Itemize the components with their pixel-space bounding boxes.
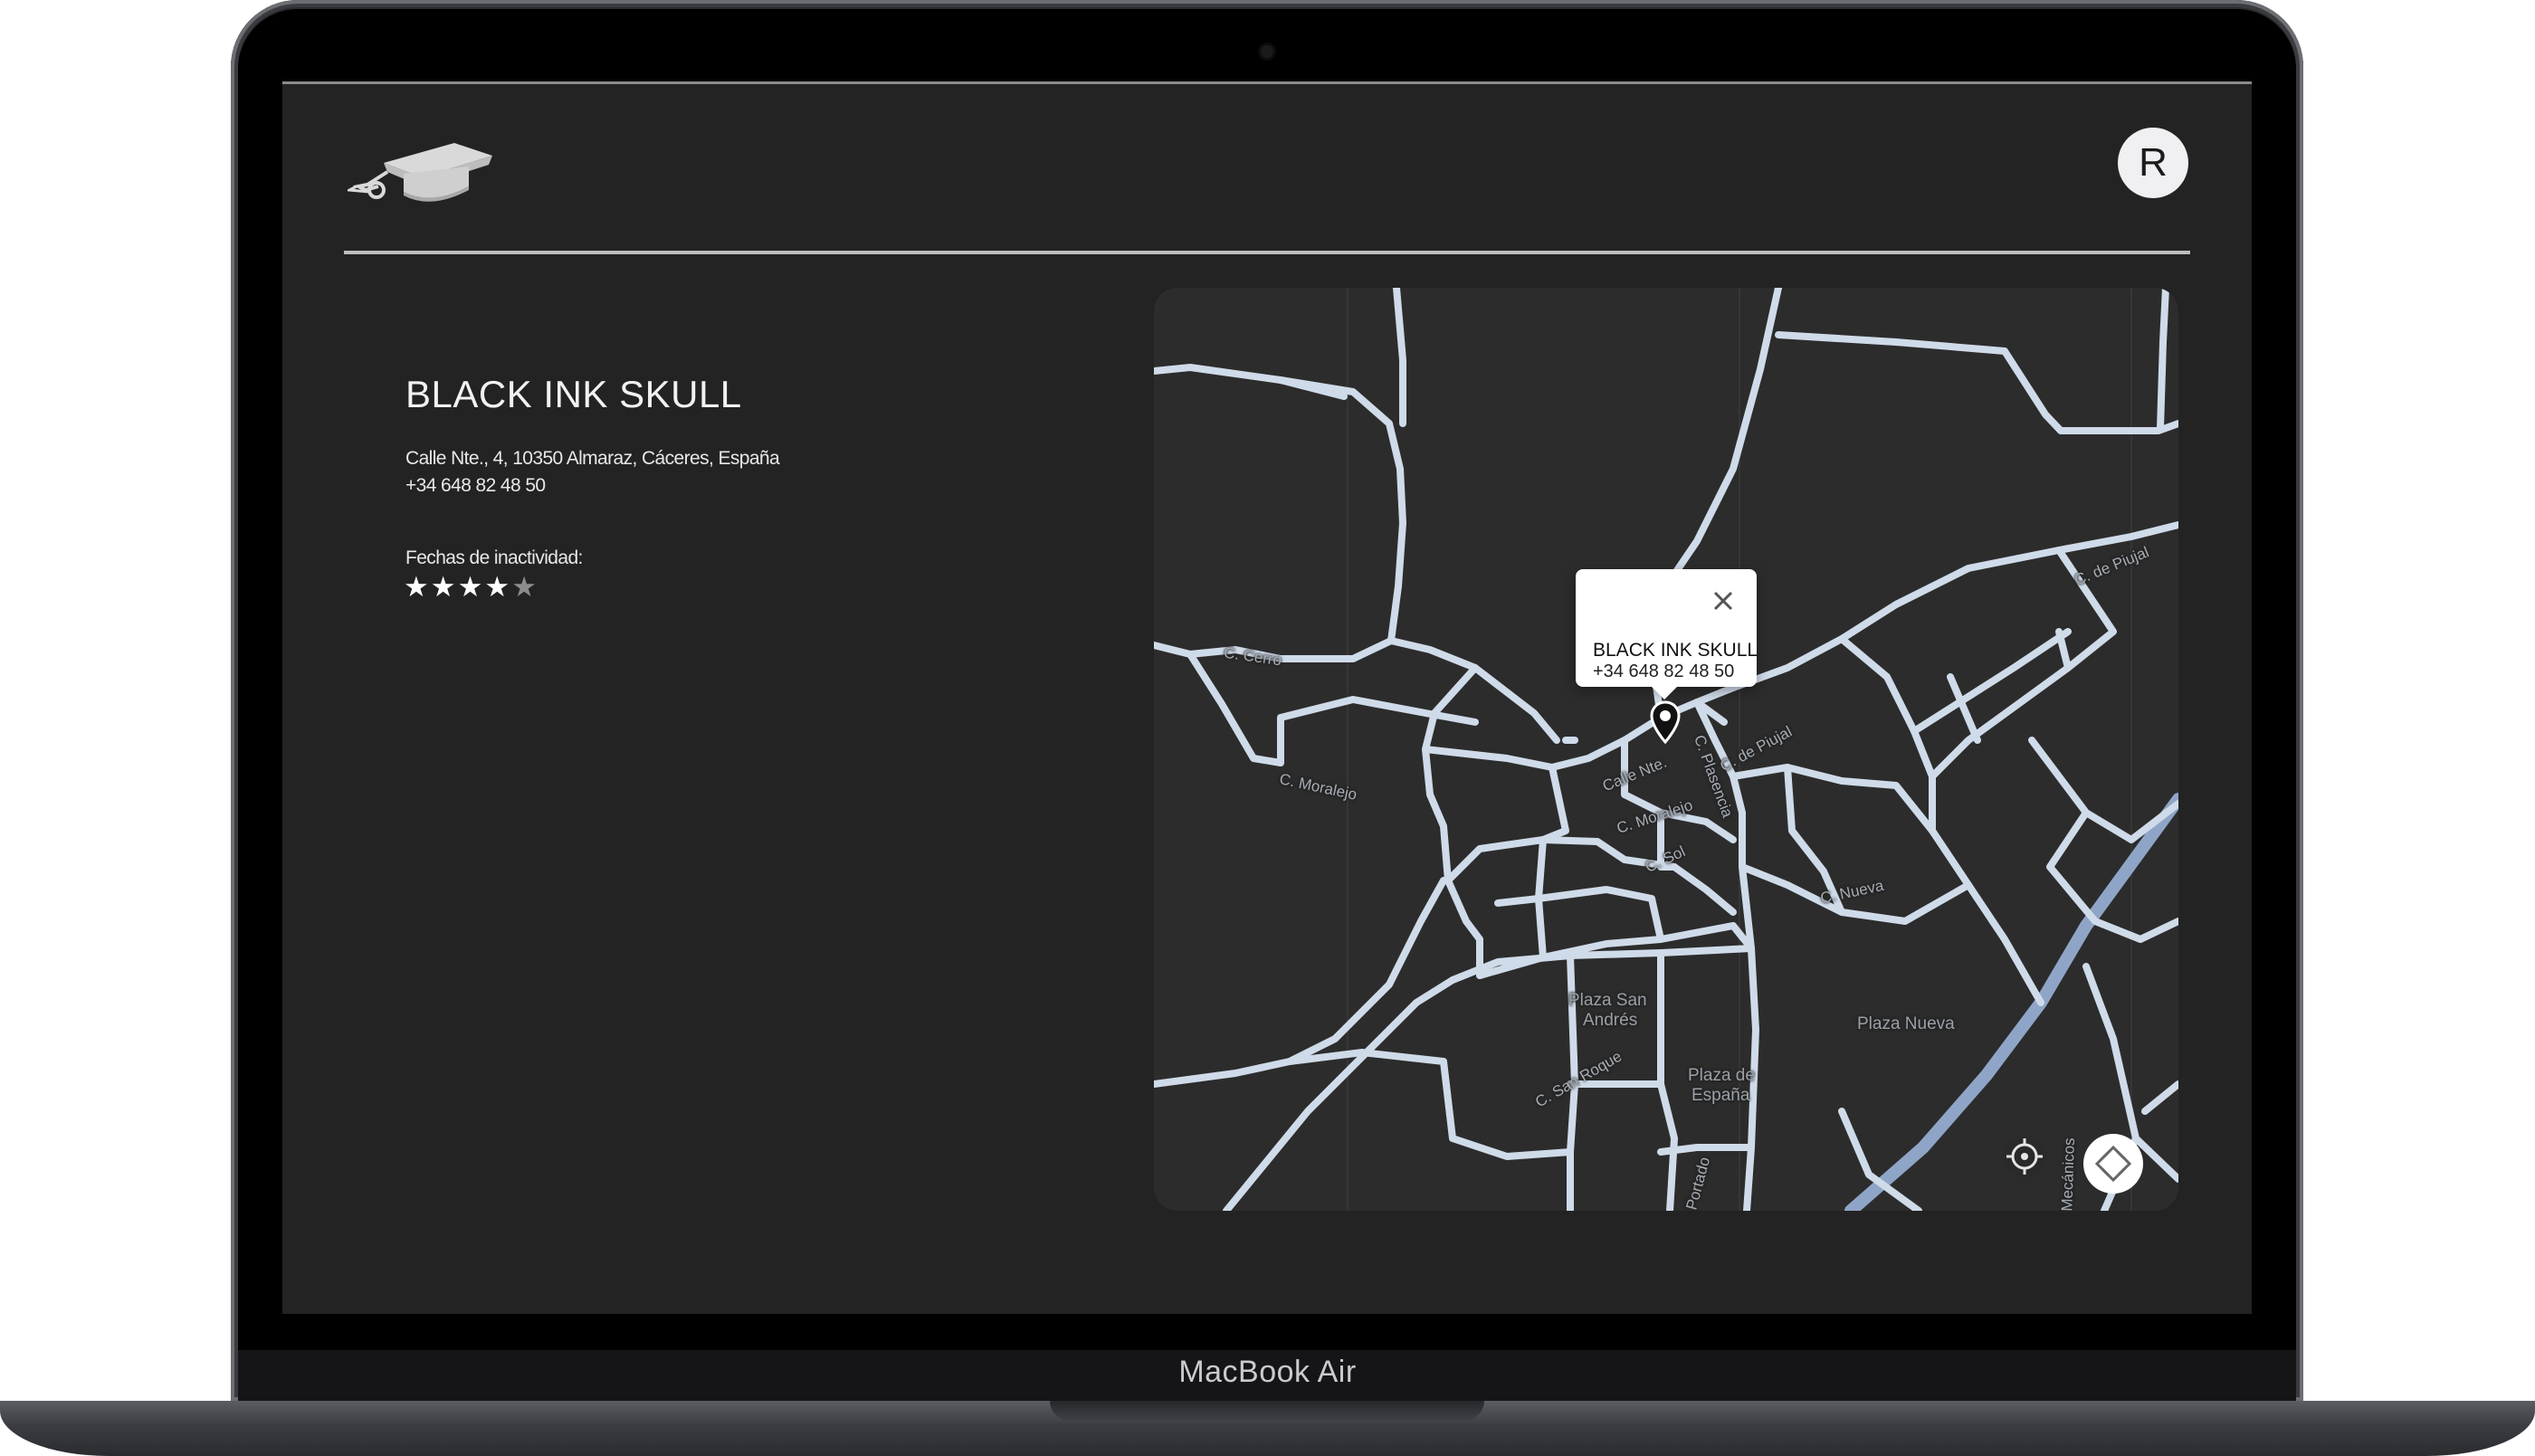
star-rating: ★ ★ ★ ★ ★: [404, 573, 537, 601]
device-model-label: MacBook Air: [1178, 1355, 1357, 1389]
camera-icon: [1261, 45, 1273, 58]
map-info-popup: BLACK INK SKULL +34 648 82 48 50: [1576, 569, 1758, 699]
map-view[interactable]: C. Cerro C. Moralejo Calle Nte. C. Moral…: [1154, 288, 2178, 1211]
star-icon: ★: [404, 571, 429, 603]
map-label-plaza-nueva: Plaza Nueva: [1857, 1014, 1955, 1033]
map-roads: [1154, 288, 2178, 1211]
graduation-cap-icon[interactable]: [348, 139, 496, 215]
map-label-mecanicos: Mecánicos: [2058, 1137, 2079, 1211]
inactivity-dates-label: Fechas de inactividad:: [405, 547, 583, 568]
laptop-hinge-notch: [1050, 1401, 1484, 1421]
map-label-plaza-san-andres-line2: Andrés: [1583, 1011, 1638, 1030]
star-icon: ★: [430, 571, 456, 603]
star-icon: ★: [457, 571, 483, 603]
user-avatar[interactable]: R: [2118, 128, 2188, 198]
star-icon: ★: [484, 571, 510, 603]
close-icon[interactable]: [1710, 587, 1737, 614]
app-screen: R BLACK INK SKULL Calle Nte., 4, 10350 A…: [282, 81, 2252, 1314]
business-phone: +34 648 82 48 50: [405, 475, 546, 496]
fullscreen-icon[interactable]: [2082, 1133, 2144, 1194]
map-label-plaza-espana-line2: España: [1692, 1086, 1750, 1105]
screenshot-stage: MacBook Air R BLACK INK SKULL Calle Nte.…: [0, 0, 2535, 1456]
star-icon: ★: [511, 571, 537, 603]
popup-business-name: BLACK INK SKULL: [1593, 640, 1758, 661]
header-divider: [344, 251, 2190, 254]
crosshair-icon[interactable]: [2002, 1134, 2047, 1179]
top-divider: [282, 81, 2252, 84]
popup-business-phone: +34 648 82 48 50: [1593, 661, 1735, 681]
map-pin-icon[interactable]: [1650, 700, 1681, 744]
map-label-plaza-espana-line1: Plaza de: [1688, 1066, 1755, 1085]
map-label-plaza-san-andres-line1: Plaza San: [1568, 991, 1647, 1010]
business-address: Calle Nte., 4, 10350 Almaraz, Cáceres, E…: [405, 448, 780, 469]
business-name: BLACK INK SKULL: [405, 373, 742, 415]
